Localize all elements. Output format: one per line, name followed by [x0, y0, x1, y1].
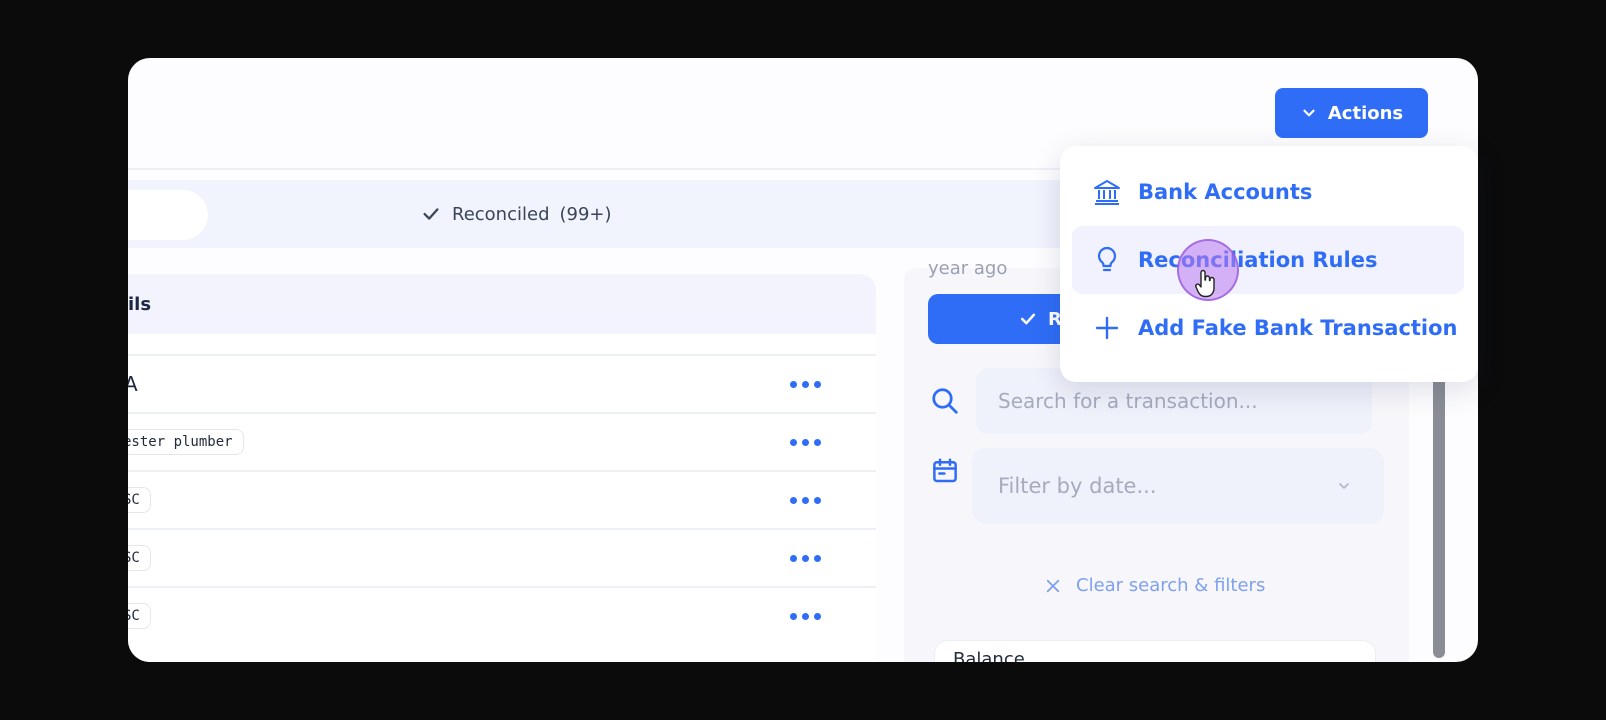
actions-dropdown-menu: Bank Accounts Reconciliation Rules Add F…	[1060, 146, 1478, 382]
table-row[interactable]: A	[128, 354, 876, 412]
row-more-options-icon[interactable]	[790, 490, 826, 510]
scrollbar[interactable]	[1433, 358, 1445, 658]
last-synced-text: year ago	[928, 258, 1008, 279]
row-more-options-icon[interactable]	[790, 432, 826, 452]
row-tag: SC	[128, 545, 151, 571]
balance-label: Balance	[953, 649, 1025, 662]
row-more-options-icon[interactable]	[790, 606, 826, 626]
table-row[interactable]: ester plumber	[128, 412, 876, 470]
date-filter-select[interactable]: Filter by date...	[972, 448, 1384, 524]
tab-reconciled-count: (99+)	[559, 203, 612, 225]
row-more-options-icon[interactable]	[790, 374, 826, 394]
tab-reconciled[interactable]: Reconciled (99+)	[420, 202, 612, 226]
row-label: A	[128, 372, 138, 396]
table-row[interactable]: SC	[128, 528, 876, 586]
calendar-icon	[933, 458, 957, 483]
actions-button[interactable]: Actions	[1275, 88, 1428, 138]
menu-item-bank-accounts[interactable]: Bank Accounts	[1072, 158, 1464, 226]
bank-icon	[1094, 180, 1120, 205]
menu-item-add-fake-bank-transaction[interactable]: Add Fake Bank Transaction	[1072, 294, 1464, 362]
date-filter-placeholder: Filter by date...	[998, 474, 1157, 498]
tab-active-pill[interactable]	[128, 190, 208, 240]
hand-cursor-icon	[1195, 269, 1215, 298]
lightbulb-icon	[1097, 246, 1117, 272]
actions-button-label: Actions	[1327, 102, 1404, 124]
table-row[interactable]: SC	[128, 470, 876, 528]
chevron-down-icon	[1303, 109, 1315, 117]
menu-item-label: Bank Accounts	[1138, 180, 1313, 204]
search-icon	[932, 388, 958, 414]
row-tag: SC	[128, 603, 151, 629]
check-icon	[423, 208, 439, 220]
check-icon	[1020, 313, 1036, 325]
table-row[interactable]: SC	[128, 586, 876, 644]
clear-filters-label: Clear search & filters	[1076, 575, 1266, 596]
row-tag: SC	[128, 487, 151, 513]
row-more-options-icon[interactable]	[790, 548, 826, 568]
row-tag: ester plumber	[128, 429, 244, 455]
close-icon	[1046, 579, 1060, 592]
balance-card: Balance	[934, 640, 1376, 662]
menu-item-reconciliation-rules[interactable]: Reconciliation Rules	[1072, 226, 1464, 294]
table-header-label: ils	[128, 293, 152, 315]
transactions-table: ils A ester plumber SC SC SC	[128, 274, 876, 662]
menu-item-label: Add Fake Bank Transaction	[1138, 316, 1458, 340]
clear-filters-link[interactable]: Clear search & filters	[1044, 575, 1265, 596]
chevron-down-icon	[1339, 483, 1349, 489]
menu-item-label: Reconciliation Rules	[1138, 248, 1378, 272]
plus-icon	[1095, 316, 1119, 340]
table-header: ils	[128, 274, 876, 334]
tab-reconciled-label: Reconciled	[452, 203, 550, 225]
